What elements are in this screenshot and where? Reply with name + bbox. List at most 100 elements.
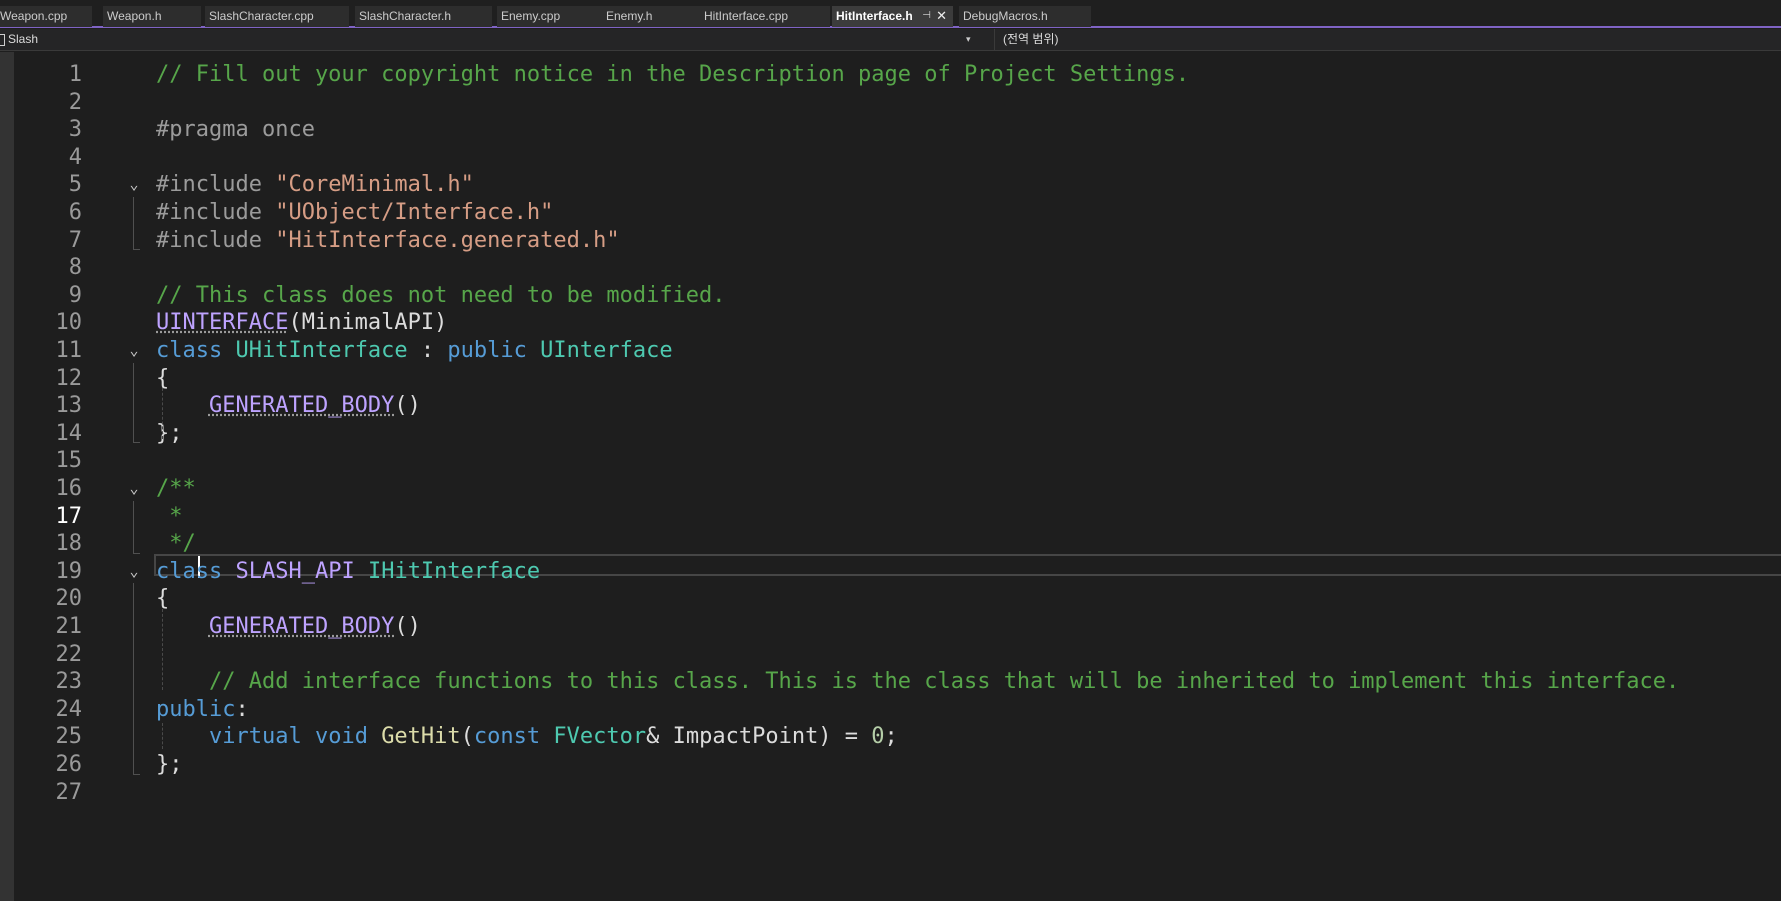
- fold-guide-end: [133, 773, 140, 775]
- code-text: // This class does not need to be modifi…: [156, 282, 726, 308]
- document-tab-bar: Weapon.cpp Weapon.h SlashCharacter.cpp Slas…: [0, 0, 1781, 28]
- tab-label: Enemy.h: [606, 9, 653, 23]
- code-line[interactable]: 21 GENERATED_BODY(): [0, 611, 1781, 642]
- tab-weapon-cpp[interactable]: Weapon.cpp: [0, 6, 92, 27]
- tab-weapon-h[interactable]: Weapon.h: [103, 6, 201, 27]
- code-line[interactable]: 1 // Fill out your copyright notice in th…: [0, 59, 1781, 90]
- tab-hitinterface-cpp[interactable]: HitInterface.cpp: [700, 6, 830, 27]
- fold-guide-end: [133, 442, 140, 444]
- indent-guide: [162, 388, 163, 440]
- code-line[interactable]: 6 #include "UObject/Interface.h": [0, 197, 1781, 228]
- code-editor[interactable]: 1 // Fill out your copyright notice in th…: [0, 52, 1781, 901]
- line-number: 23: [55, 669, 83, 695]
- code-text: #include "UObject/Interface.h": [156, 200, 554, 225]
- code-line[interactable]: 18 */: [0, 528, 1781, 559]
- indent-guide: [162, 609, 163, 690]
- code-line[interactable]: 13 GENERATED_BODY(): [0, 390, 1781, 421]
- code-text: UINTERFACE(MinimalAPI): [156, 310, 448, 336]
- line-number: 4: [68, 144, 82, 170]
- fold-chevron-icon[interactable]: ⌄: [124, 169, 144, 200]
- tab-label: Enemy.cpp: [501, 9, 561, 23]
- project-icon: [0, 34, 5, 46]
- code-text: };: [156, 420, 183, 446]
- close-icon[interactable]: ✕: [936, 6, 947, 26]
- code-text: class UHitInterface : public UInterface: [156, 338, 673, 363]
- line-number: 14: [55, 420, 83, 446]
- tab-label: Weapon.cpp: [0, 9, 68, 23]
- code-line[interactable]: 25 virtual void GetHit(const FVector& Im…: [0, 721, 1781, 752]
- line-number: 5: [68, 172, 82, 198]
- line-number: 26: [55, 752, 83, 777]
- line-number: 10: [55, 310, 83, 336]
- code-line[interactable]: 4: [0, 142, 1781, 173]
- indent-guide: [162, 723, 163, 749]
- fold-chevron-icon[interactable]: ⌄: [124, 556, 144, 587]
- line-number: 18: [55, 531, 83, 557]
- line-number: 16: [55, 476, 83, 501]
- line-number: 22: [55, 641, 83, 667]
- line-number: 25: [55, 724, 83, 750]
- code-line[interactable]: 5 ⌄ #include "CoreMinimal.h": [0, 169, 1781, 200]
- code-text: class SLASH_API IHitInterface: [156, 558, 541, 584]
- code-text: virtual void GetHit(const FVector& Impac…: [208, 724, 898, 750]
- line-number: 27: [55, 779, 83, 805]
- navigation-bar: Slash ▾ (전역 범위): [0, 29, 1781, 51]
- tab-label: HitInterface.cpp: [704, 9, 789, 23]
- line-number: 17: [55, 503, 83, 529]
- scope-dropdown[interactable]: (전역 범위): [994, 29, 1781, 50]
- fold-guide: [133, 362, 134, 443]
- line-number: 24: [55, 696, 83, 722]
- tab-slashcharacter-h[interactable]: SlashCharacter.h: [355, 6, 492, 27]
- code-line[interactable]: 11 ⌄ class UHitInterface : public UInterfa…: [0, 335, 1781, 366]
- line-number: 8: [68, 255, 82, 281]
- pin-icon[interactable]: ⊣: [922, 6, 931, 26]
- code-line[interactable]: 27: [0, 777, 1781, 808]
- code-line[interactable]: 7 #include "HitInterface.generated.h": [0, 225, 1781, 256]
- tab-hitinterface-h[interactable]: HitInterface.h ⊣ ✕: [832, 6, 953, 27]
- code-line[interactable]: 20{: [0, 583, 1781, 614]
- code-text: #include "CoreMinimal.h": [156, 172, 474, 198]
- tab-label: Weapon.h: [107, 9, 162, 23]
- tab-debugmacros-h[interactable]: DebugMacros.h: [959, 6, 1091, 27]
- code-line[interactable]: 10 UINTERFACE(MinimalAPI): [0, 307, 1781, 338]
- code-line[interactable]: 24 public:: [0, 694, 1781, 725]
- line-number: 2: [68, 89, 82, 115]
- tab-label: HitInterface.h: [836, 9, 913, 23]
- fold-guide-end: [133, 552, 140, 554]
- code-text: /**: [156, 476, 196, 501]
- code-line[interactable]: 15: [0, 445, 1781, 476]
- tab-slashcharacter-cpp[interactable]: SlashCharacter.cpp: [205, 6, 349, 27]
- chevron-down-icon[interactable]: ▾: [966, 29, 971, 50]
- fold-guide-end: [133, 249, 140, 251]
- line-number: 6: [68, 200, 82, 225]
- fold-chevron-icon[interactable]: ⌄: [124, 473, 144, 504]
- line-number: 9: [68, 282, 82, 308]
- line-number: 3: [68, 117, 82, 143]
- project-dropdown[interactable]: Slash: [0, 29, 980, 50]
- code-line[interactable]: 2: [0, 87, 1781, 118]
- line-number: 11: [55, 338, 83, 363]
- code-text: *: [169, 503, 196, 529]
- code-line[interactable]: 12{: [0, 363, 1781, 394]
- code-text: public:: [156, 696, 249, 722]
- fold-guide: [133, 500, 134, 553]
- code-line[interactable]: 23 // Add interface functions to this cl…: [0, 666, 1781, 697]
- code-line[interactable]: 26};: [0, 749, 1781, 780]
- code-line[interactable]: 16 ⌄ /**: [0, 473, 1781, 504]
- fold-chevron-icon[interactable]: ⌄: [124, 335, 144, 366]
- tab-enemy-h[interactable]: Enemy.h: [602, 6, 700, 27]
- fold-guide: [133, 197, 134, 250]
- tab-label: SlashCharacter.cpp: [209, 9, 314, 23]
- tab-enemy-cpp[interactable]: Enemy.cpp: [497, 6, 602, 27]
- line-number: 21: [55, 614, 83, 639]
- tab-label: SlashCharacter.h: [359, 9, 452, 23]
- code-line[interactable]: 17 *: [0, 501, 1781, 532]
- line-number: 12: [55, 365, 83, 391]
- code-line[interactable]: 19 ⌄ class SLASH_API IHitInterface: [0, 556, 1781, 587]
- fold-guide: [133, 583, 134, 774]
- code-line[interactable]: 3 #pragma once: [0, 114, 1781, 145]
- code-line[interactable]: 9 // This class does not need to be modif…: [0, 280, 1781, 311]
- code-line[interactable]: 22: [0, 639, 1781, 670]
- code-line[interactable]: 8: [0, 252, 1781, 283]
- code-line[interactable]: 14};: [0, 418, 1781, 449]
